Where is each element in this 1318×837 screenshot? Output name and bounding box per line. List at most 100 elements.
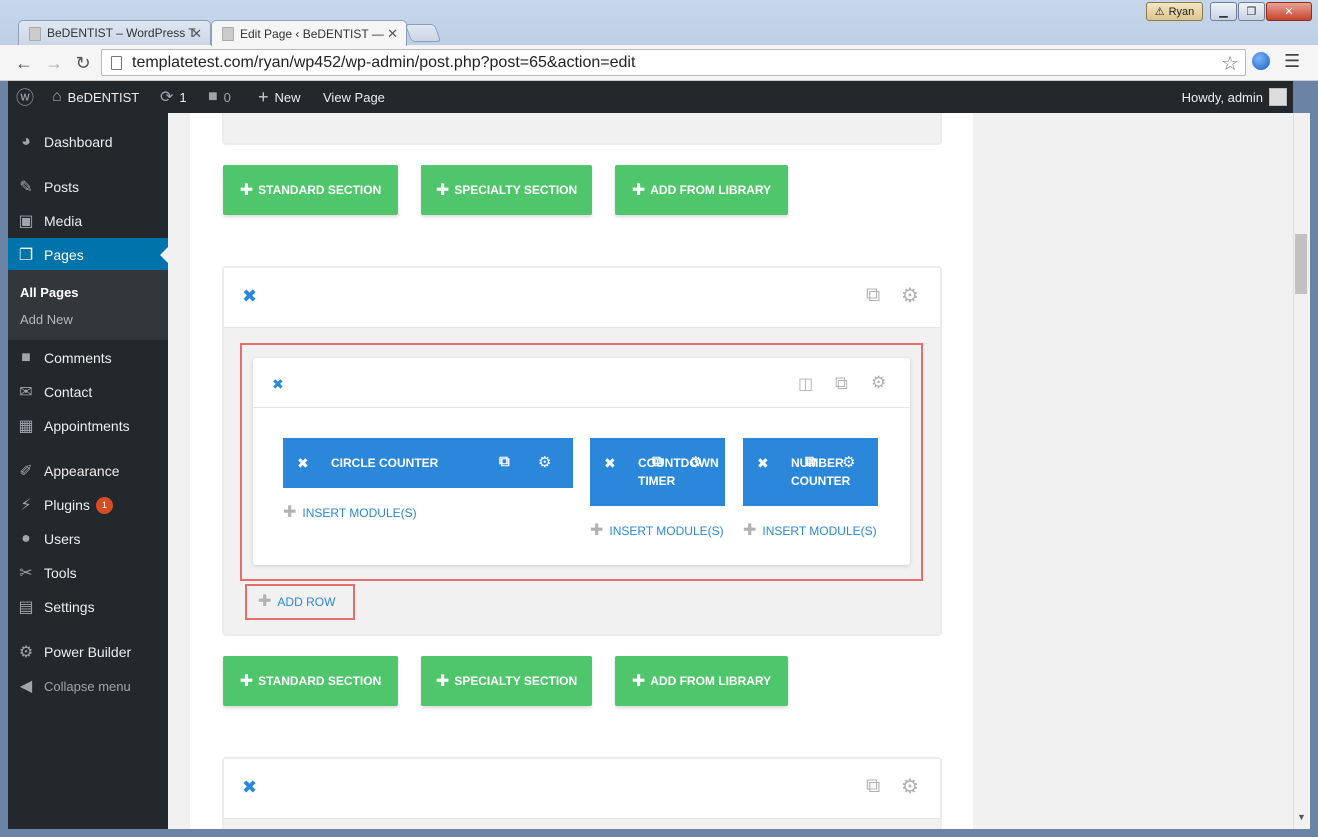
gear-icon[interactable]: ⚙ — [689, 453, 702, 471]
scroll-down-arrow-icon[interactable]: ▼ — [1297, 812, 1306, 822]
tab-title: BeDENTIST – WordPress T — [47, 26, 196, 40]
site-name-link[interactable]: ⌂ BeDENTIST — [52, 81, 139, 113]
submenu-all-pages[interactable]: All Pages — [20, 285, 79, 300]
insert-module-link[interactable]: ✚ INSERT MODULE(S) — [743, 520, 877, 540]
bookmark-star-icon[interactable]: ☆ — [1221, 51, 1239, 76]
add-from-library-button[interactable]: ✚ ADD FROM LIBRARY — [615, 165, 788, 215]
insert-module-link[interactable]: ✚ INSERT MODULE(S) — [283, 502, 417, 522]
module-countdown-timer[interactable]: ✖ COUNTDOWN TIMER ⧉ ⚙ — [590, 438, 725, 506]
updates-icon: ⟳ — [160, 89, 174, 106]
sidebar-item-contact[interactable]: ✉ Contact — [8, 375, 168, 409]
sidebar-item-dashboard[interactable]: ◕ Dashboard — [8, 125, 168, 159]
back-arrow-icon[interactable]: ← — [12, 51, 36, 75]
envelope-icon: ✉ — [19, 384, 33, 401]
gear-icon[interactable]: ⚙ — [901, 774, 919, 799]
submenu-add-new[interactable]: Add New — [20, 312, 73, 327]
plugins-update-badge: 1 — [95, 496, 113, 514]
sidebar-item-tools[interactable]: ✂ Tools — [8, 556, 168, 590]
pages-submenu: All Pages Add New — [8, 270, 168, 340]
row-card: ✖ ◫ ⧉ ⚙ ✖ CIRCLE COUNTER ⧉ ⚙ ✚ INSERT MOD… — [253, 358, 910, 565]
duplicate-icon[interactable]: ⧉ — [652, 453, 663, 470]
add-from-library-button[interactable]: ✚ ADD FROM LIBRARY — [615, 656, 788, 706]
sidebar-item-media[interactable]: ▣ Media — [8, 204, 168, 238]
gear-icon[interactable]: ⚙ — [871, 373, 886, 393]
comments-link[interactable]: ■ 0 — [208, 81, 231, 113]
gear-icon: ⚙ — [18, 644, 34, 661]
gear-icon[interactable]: ⚙ — [842, 453, 855, 471]
standard-section-button[interactable]: ✚ STANDARD SECTION — [223, 656, 398, 706]
duplicate-icon[interactable]: ⧉ — [805, 453, 816, 470]
paintbrush-icon: ✐ — [19, 463, 33, 480]
plus-icon: ✚ — [239, 182, 254, 199]
sidebar-item-appointments[interactable]: ▦ Appointments — [8, 409, 168, 443]
wrench-icon: ✂ — [19, 565, 33, 582]
new-content-link[interactable]: + New — [258, 81, 301, 113]
view-page-link[interactable]: View Page — [323, 81, 385, 113]
specialty-section-button[interactable]: ✚ SPECIALTY SECTION — [421, 656, 592, 706]
row-header: ✖ ◫ ⧉ ⚙ — [253, 358, 910, 408]
scrollbar-track[interactable] — [1293, 113, 1310, 829]
section-header: ✖ ⧉ ⚙ — [224, 268, 940, 328]
gear-icon[interactable]: ⚙ — [538, 453, 551, 471]
duplicate-icon[interactable]: ⧉ — [866, 775, 880, 798]
add-row-link[interactable]: ✚ ADD ROW — [258, 591, 335, 611]
reload-icon[interactable]: ↻ — [71, 51, 95, 75]
delete-section-x-icon[interactable]: ✖ — [242, 777, 257, 798]
page-icon — [111, 56, 122, 70]
tab-edit-page[interactable]: Edit Page ‹ BeDENTIST — ✕ — [211, 20, 407, 46]
section-partial-top — [222, 113, 942, 145]
module-circle-counter[interactable]: ✖ CIRCLE COUNTER ⧉ ⚙ — [283, 438, 573, 488]
sidebar-item-appearance[interactable]: ✐ Appearance — [8, 454, 168, 488]
user-icon: ● — [21, 530, 31, 547]
sidebar-item-users[interactable]: ● Users — [8, 522, 168, 556]
sidebar-item-comments[interactable]: ■ Comments — [8, 341, 168, 375]
hamburger-menu-icon[interactable]: ☰ — [1284, 51, 1300, 72]
maximize-button[interactable]: ❐ — [1238, 2, 1265, 21]
page-favicon-icon — [222, 27, 234, 41]
module-number-counter[interactable]: ✖ NUMBER COUNTER ⧉ ⚙ — [743, 438, 878, 506]
tab-close-icon[interactable]: ✕ — [191, 26, 202, 42]
content-area: ✚ STANDARD SECTION ✚ SPECIALTY SECTION ✚ AD… — [168, 113, 1293, 829]
forward-arrow-icon[interactable]: → — [42, 51, 66, 75]
comment-bubble-icon: ■ — [21, 349, 31, 366]
my-account-link[interactable]: Howdy, admin — [1182, 81, 1287, 113]
specialty-section-button[interactable]: ✚ SPECIALTY SECTION — [421, 165, 592, 215]
wordpress-logo-icon[interactable]: ⓦ — [16, 81, 34, 113]
sidebar-item-settings[interactable]: ▤ Settings — [8, 590, 168, 624]
comment-bubble-icon: ■ — [208, 88, 218, 105]
delete-module-x-icon[interactable]: ✖ — [757, 455, 769, 472]
delete-row-x-icon[interactable]: ✖ — [272, 376, 284, 393]
settings-sliders-icon: ▤ — [18, 599, 34, 616]
delete-module-x-icon[interactable]: ✖ — [297, 455, 309, 472]
updates-link[interactable]: ⟳ 1 — [160, 81, 187, 113]
tab-close-icon[interactable]: ✕ — [387, 26, 398, 42]
delete-module-x-icon[interactable]: ✖ — [604, 455, 616, 472]
plus-icon: ✚ — [283, 504, 297, 521]
duplicate-icon[interactable]: ⧉ — [499, 453, 510, 470]
dashboard-gauge-icon: ◕ — [21, 133, 31, 150]
browser-toolbar: ← → ↻ templatetest.com/ryan/wp452/wp-adm… — [0, 45, 1318, 81]
collapse-menu-button[interactable]: ◀ Collapse menu — [8, 669, 168, 703]
plus-icon: ✚ — [258, 593, 272, 610]
gear-icon[interactable]: ⚙ — [901, 283, 919, 308]
close-window-button[interactable]: ✕ — [1266, 2, 1312, 21]
columns-layout-icon[interactable]: ◫ — [798, 374, 813, 394]
standard-section-button[interactable]: ✚ STANDARD SECTION — [223, 165, 398, 215]
duplicate-icon[interactable]: ⧉ — [835, 373, 848, 394]
tab-bedentist-wordpress[interactable]: BeDENTIST – WordPress T ✕ — [18, 20, 211, 45]
duplicate-icon[interactable]: ⧉ — [866, 284, 880, 307]
sidebar-item-plugins[interactable]: ⚡ Plugins 1 — [8, 488, 168, 522]
address-bar[interactable]: templatetest.com/ryan/wp452/wp-admin/pos… — [101, 49, 1246, 76]
window-user-badge: ⚠ Ryan — [1146, 2, 1203, 21]
plus-icon: ✚ — [435, 673, 450, 690]
plus-icon: ✚ — [631, 182, 646, 199]
minimize-button[interactable]: ▁ — [1210, 2, 1237, 21]
delete-section-x-icon[interactable]: ✖ — [242, 286, 257, 307]
new-tab-button[interactable] — [404, 24, 442, 42]
sidebar-item-pages[interactable]: ❐ Pages — [8, 238, 168, 272]
sidebar-item-power-builder[interactable]: ⚙ Power Builder — [8, 635, 168, 669]
extension-globe-icon[interactable] — [1252, 52, 1270, 70]
sidebar-item-posts[interactable]: ✎ Posts — [8, 170, 168, 204]
scrollbar-thumb[interactable] — [1295, 234, 1307, 294]
insert-module-link[interactable]: ✚ INSERT MODULE(S) — [590, 520, 724, 540]
